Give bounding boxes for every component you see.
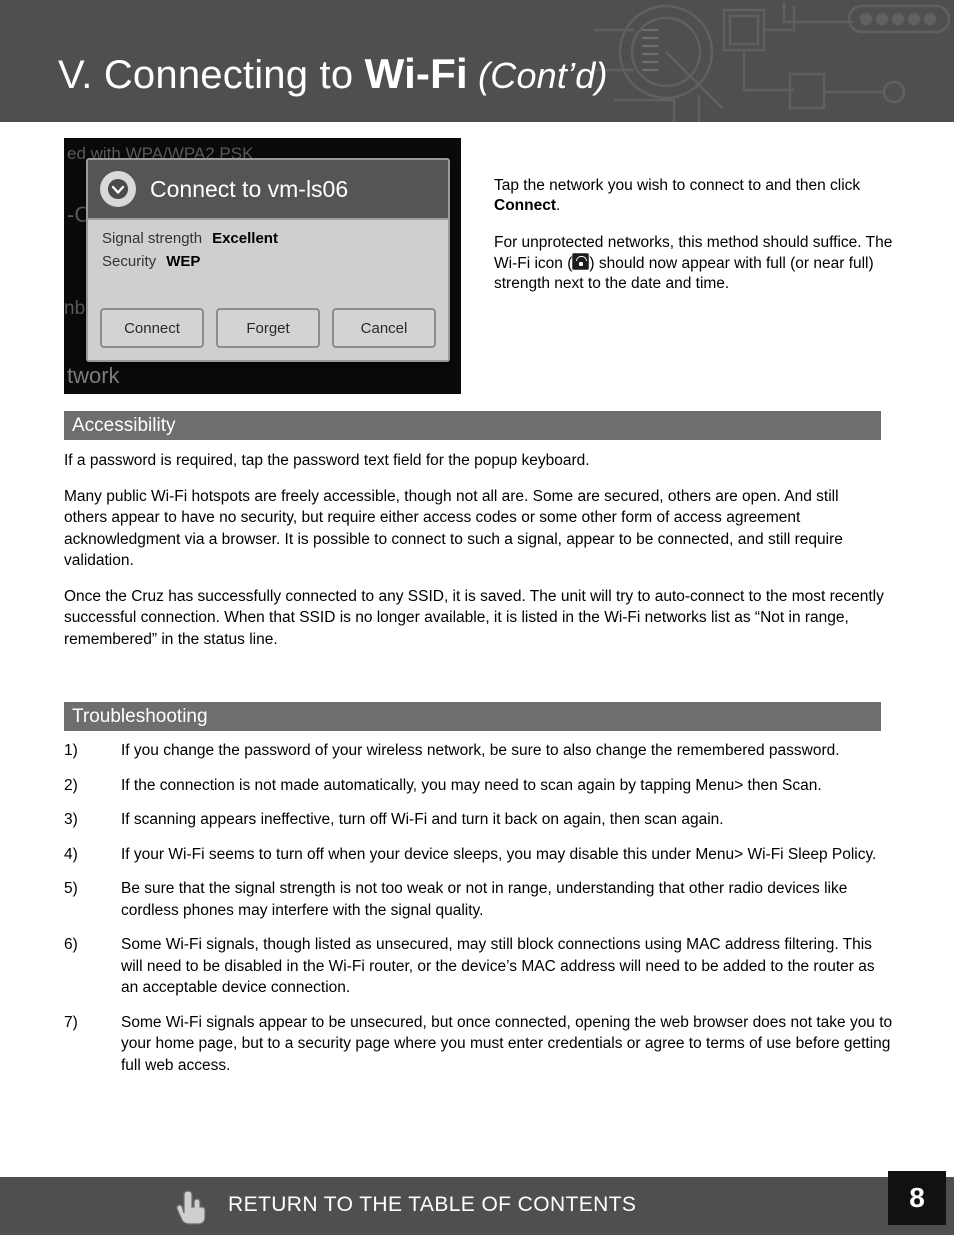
accessibility-paragraph-3: Once the Cruz has successfully connected…: [64, 587, 884, 648]
side-paragraph-2: For unprotected networks, this method sh…: [494, 233, 898, 294]
figure-background-text-left: nb: [64, 298, 86, 319]
list-item: 1) If you change the password of your wi…: [64, 740, 894, 762]
page-title-part1: V. Connecting to: [58, 53, 365, 97]
side-paragraph-1: Tap the network you wish to connect to a…: [494, 176, 898, 216]
list-item-text: Some Wi-Fi signals, though listed as uns…: [121, 936, 875, 996]
list-item-number: 4): [64, 845, 78, 863]
list-item: 4) If your Wi-Fi seems to turn off when …: [64, 844, 894, 866]
list-item-text: If you change the password of your wirel…: [121, 742, 840, 759]
security-value: WEP: [166, 253, 201, 270]
connect-dialog-titlebar: Connect to vm-ls06: [88, 160, 448, 220]
list-item: 5) Be sure that the signal strength is n…: [64, 878, 894, 921]
signal-strength-label: Signal strength: [102, 230, 203, 247]
list-item-text: If the connection is not made automatica…: [121, 776, 822, 794]
header-circuit-decoration: [594, 2, 951, 122]
accessibility-paragraph-2: Many public Wi-Fi hotspots are freely ac…: [64, 487, 843, 570]
signal-strength-row: Signal strength Excellent: [102, 230, 448, 247]
list-item-text: Be sure that the signal strength is not …: [121, 880, 848, 919]
page-title-part3: (Cont’d): [467, 55, 608, 96]
connect-dialog-title: Connect to vm-ls06: [150, 175, 349, 202]
page-header: V. Connecting to Wi-Fi (Cont’d): [0, 0, 954, 122]
side-p1-a: Tap the network you wish to connect to a…: [494, 177, 861, 194]
side-p1-c: .: [556, 197, 561, 214]
list-item-text: Some Wi-Fi signals appear to be unsecure…: [121, 1013, 893, 1074]
security-row: Security WEP: [102, 253, 448, 270]
list-item-number: 7): [64, 1013, 78, 1031]
troubleshooting-list: 1) If you change the password of your wi…: [64, 740, 894, 1089]
list-item-number: 2): [64, 776, 78, 794]
accessibility-paragraph-1: If a password is required, tap the passw…: [64, 452, 590, 469]
page-footer: RETURN TO THE TABLE OF CONTENTS: [0, 1177, 954, 1235]
connect-button[interactable]: Connect: [100, 308, 204, 348]
list-item: 3) If scanning appears ineffective, turn…: [64, 809, 894, 831]
pointing-hand-icon: [176, 1190, 206, 1225]
list-item-number: 6): [64, 936, 78, 953]
list-item-number: 5): [64, 880, 78, 897]
section-heading-troubleshooting: Troubleshooting: [64, 702, 881, 731]
page-title-part2: Wi-Fi: [364, 50, 468, 97]
connect-dialog-body: Signal strength Excellent Security WEP: [88, 220, 448, 270]
list-item-text: If scanning appears ineffective, turn of…: [121, 811, 724, 828]
side-p1-bold: Connect: [494, 197, 556, 214]
screenshot-figure: ed with WPA/WPA2 PSK -C nb twork Connect…: [64, 138, 461, 394]
list-item-text: If your Wi-Fi seems to turn off when you…: [121, 845, 877, 863]
connect-dialog: Connect to vm-ls06 Signal strength Excell…: [86, 158, 450, 362]
page-number-badge: 8: [888, 1171, 946, 1225]
cancel-button[interactable]: Cancel: [332, 308, 436, 348]
list-item-number: 3): [64, 811, 78, 828]
section-heading-accessibility: Accessibility: [64, 411, 881, 440]
figure-side-text: Tap the network you wish to connect to a…: [494, 176, 898, 311]
list-item: 2) If the connection is not made automat…: [64, 775, 894, 797]
list-item: 7) Some Wi-Fi signals appear to be unsec…: [64, 1012, 894, 1077]
page-title: V. Connecting to Wi-Fi (Cont’d): [58, 50, 608, 98]
figure-background-text-bottom: twork: [67, 363, 120, 388]
return-to-toc-link[interactable]: RETURN TO THE TABLE OF CONTENTS: [228, 1193, 636, 1217]
list-item: 6) Some Wi-Fi signals, though listed as …: [64, 934, 894, 999]
security-label: Security: [102, 253, 157, 270]
wifi-status-icon: [572, 253, 590, 270]
list-item-number: 1): [64, 742, 78, 759]
connect-dialog-buttons: Connect Forget Cancel: [100, 308, 436, 348]
accessibility-body: If a password is required, tap the passw…: [64, 450, 884, 664]
chevron-down-circle-icon: [100, 171, 136, 207]
signal-strength-value: Excellent: [212, 230, 278, 247]
forget-button[interactable]: Forget: [216, 308, 320, 348]
